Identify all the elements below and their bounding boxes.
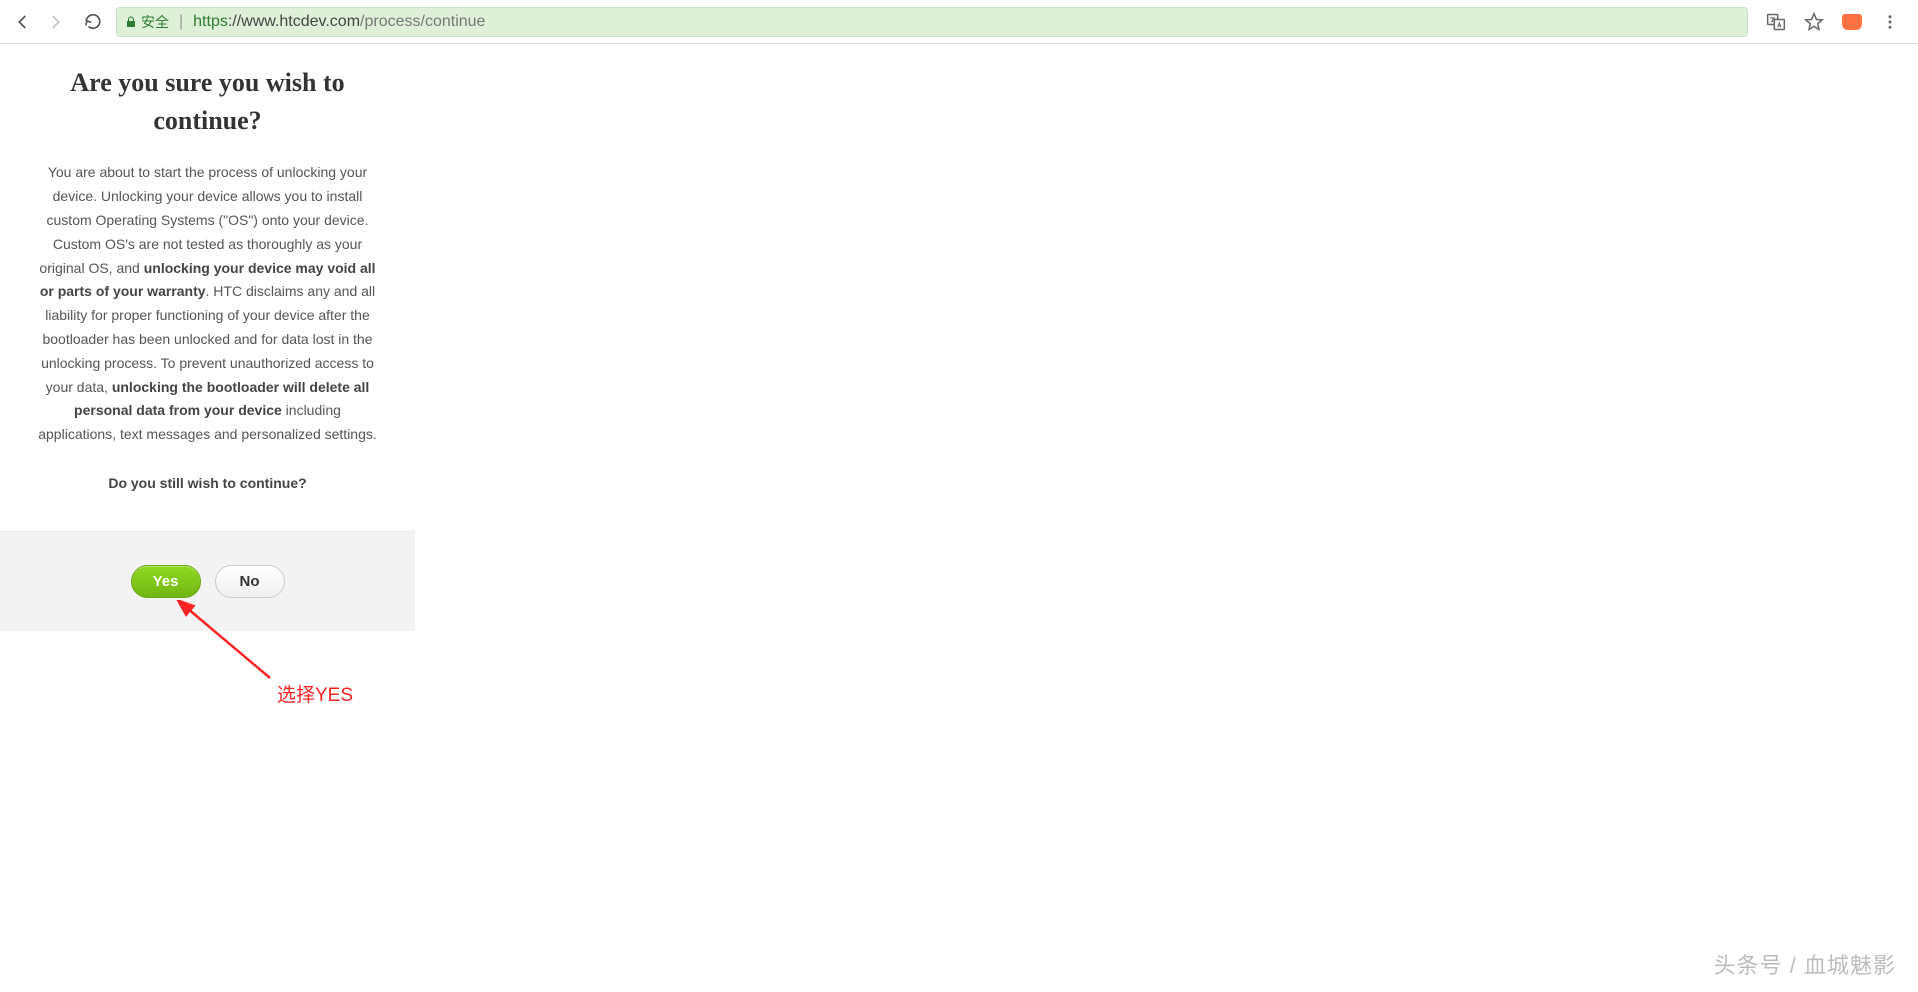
page-content: Are you sure you wish to continue? You a… (0, 44, 1918, 631)
toolbar-right (1756, 12, 1910, 32)
url-domain: ://www.htcdev.com (228, 13, 360, 30)
no-button[interactable]: No (215, 565, 285, 598)
dialog-body: You are about to start the process of un… (0, 139, 415, 447)
confirm-dialog: Are you sure you wish to continue? You a… (0, 44, 415, 631)
dialog-title: Are you sure you wish to continue? (0, 64, 415, 139)
url-scheme: https (193, 13, 228, 30)
yes-button[interactable]: Yes (131, 565, 201, 598)
translate-icon[interactable] (1766, 12, 1786, 32)
annotation-label: 选择YES (277, 680, 353, 707)
nav-buttons (8, 13, 108, 31)
watermark-text: 头条号 / 血城魅影 (1714, 948, 1896, 980)
menu-icon[interactable] (1880, 12, 1900, 32)
url-divider: | (179, 13, 183, 31)
back-button[interactable] (14, 13, 32, 31)
confirm-question: Do you still wish to continue? (0, 475, 415, 491)
bookmark-star-icon[interactable] (1804, 12, 1824, 32)
secure-text: 安全 (141, 12, 169, 32)
extension-icon[interactable] (1842, 12, 1862, 32)
url-path: /process/continue (360, 13, 485, 30)
url-text: https://www.htcdev.com/process/continue (193, 13, 485, 31)
dialog-button-bar: Yes No (0, 531, 415, 631)
address-bar[interactable]: 安全 | https://www.htcdev.com/process/cont… (116, 7, 1748, 37)
lock-icon (125, 15, 137, 29)
secure-indicator: 安全 (125, 12, 169, 32)
forward-button[interactable] (46, 13, 64, 31)
browser-toolbar: 安全 | https://www.htcdev.com/process/cont… (0, 0, 1918, 44)
reload-button[interactable] (84, 13, 102, 31)
